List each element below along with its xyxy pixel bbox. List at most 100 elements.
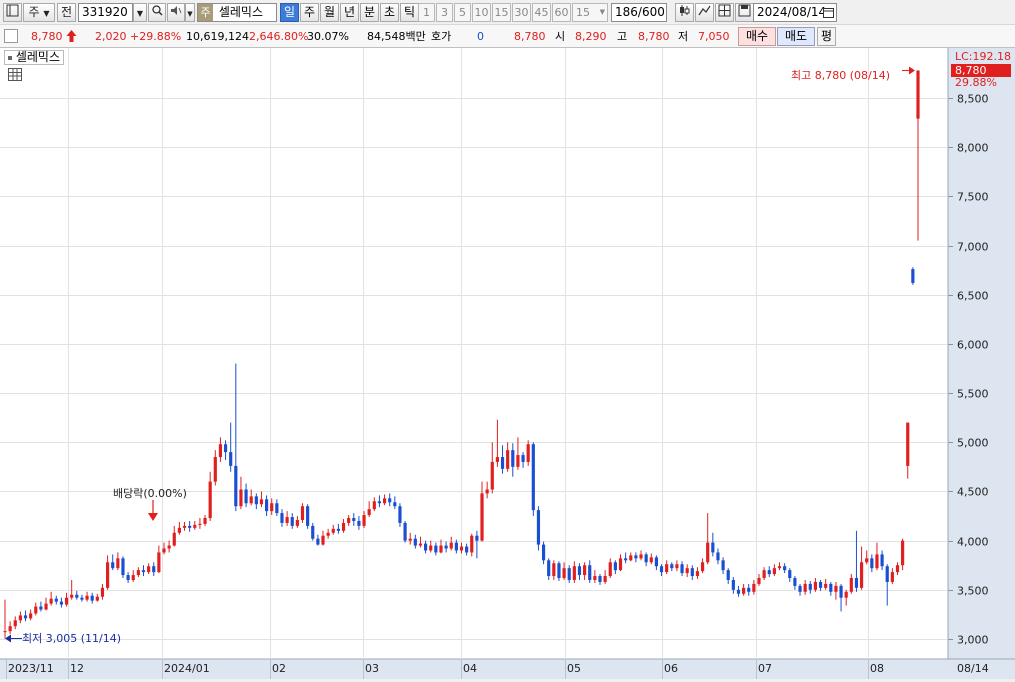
tab-day-label: 일 [283, 5, 296, 19]
save-icon[interactable] [735, 3, 754, 22]
candle-body [341, 522, 346, 531]
type-select[interactable]: 주 ▼ [23, 3, 55, 22]
candle-body [813, 581, 818, 590]
period-30[interactable]: 30 [512, 3, 531, 22]
speaker-dropdown-button[interactable]: ▼ [185, 3, 195, 22]
candle-style-icon[interactable] [675, 3, 694, 22]
prev-button[interactable]: 전 [57, 3, 76, 22]
y-axis-background [948, 48, 1015, 659]
chevron-down-icon: ▼ [43, 9, 50, 18]
quote-bar: 8,780 2,020 +29.88% 10,619,124 2,646.80%… [0, 25, 1015, 48]
candle-body [731, 579, 735, 590]
period-3[interactable]: 3 [436, 3, 453, 22]
chart-type-icon[interactable] [3, 3, 22, 22]
bid-label: 호가 [431, 30, 452, 43]
candle-body [290, 517, 294, 526]
candle-body [434, 545, 438, 553]
candle-body [654, 557, 659, 567]
x-tick-label: 2024/01 [164, 662, 210, 675]
date-value: 2024/08/14 [757, 5, 827, 19]
tab-tick[interactable]: 틱 [400, 3, 419, 22]
candle-body [393, 502, 397, 507]
menu-icon[interactable] [4, 29, 18, 43]
candle-body [280, 513, 284, 523]
tab-tick-label: 틱 [403, 5, 416, 19]
table-icon[interactable] [8, 68, 22, 81]
candle-body [203, 518, 207, 524]
period-1-label: 1 [423, 6, 430, 19]
candle-body [152, 566, 156, 573]
candle-body [388, 498, 392, 503]
candle-body [167, 545, 171, 549]
candle-body [895, 565, 900, 573]
candle-body [116, 558, 120, 569]
candle-body [706, 542, 710, 563]
candle-body [880, 554, 884, 567]
candle-body [680, 564, 684, 574]
candle-body [372, 501, 376, 510]
calendar-icon[interactable] [823, 6, 834, 23]
x-tick-label: 03 [365, 662, 379, 675]
sell-button-label: 매도 [784, 29, 808, 43]
y-tick-label: 3,500 [957, 585, 989, 598]
period-10[interactable]: 10 [472, 3, 491, 22]
candle-body [485, 489, 489, 494]
candle-body [808, 583, 812, 590]
period-1[interactable]: 1 [418, 3, 435, 22]
y-tick-label: 5,000 [957, 437, 989, 450]
candle-body [670, 564, 674, 569]
period-select[interactable]: 15 ▼ [572, 3, 608, 22]
period-45[interactable]: 45 [532, 3, 551, 22]
buy-button[interactable]: 매수 [738, 27, 776, 46]
candle-body [588, 565, 592, 580]
period-15[interactable]: 15 [492, 3, 511, 22]
candle-body [131, 575, 135, 580]
candle-body [300, 506, 305, 520]
candle-body [634, 555, 638, 559]
candle-body [357, 520, 361, 526]
code-dropdown-button[interactable]: ▼ [133, 3, 147, 22]
candle-body [757, 578, 761, 584]
candle-body [95, 596, 99, 601]
candle-body [449, 542, 453, 549]
period-5[interactable]: 5 [454, 3, 471, 22]
candle-body [583, 565, 587, 576]
candle-body [218, 444, 223, 458]
date-input[interactable]: 2024/08/14 [753, 3, 837, 22]
x-tick-label: 04 [463, 662, 477, 675]
period-60-label: 60 [554, 6, 569, 19]
candle-body [470, 535, 474, 553]
x-axis-background [0, 659, 1015, 679]
candle-body [177, 527, 181, 533]
candle-body [752, 583, 756, 592]
period-60[interactable]: 60 [552, 3, 571, 22]
candle-body [834, 585, 838, 592]
tab-second[interactable]: 초 [380, 3, 399, 22]
tab-month[interactable]: 월 [320, 3, 339, 22]
x-tick-label: 2023/11 [8, 662, 54, 675]
candle-body [572, 566, 576, 580]
candle-body [23, 615, 28, 619]
tab-year[interactable]: 년 [340, 3, 359, 22]
candle-body [726, 570, 730, 580]
code-input[interactable]: 331920 [78, 3, 133, 22]
candle-body [695, 571, 700, 577]
candle-body [798, 585, 802, 592]
sell-button[interactable]: 매도 [777, 27, 815, 46]
candle-body [126, 575, 130, 580]
last-change-label: 29.88% [955, 76, 997, 89]
stock-name-field[interactable]: 주 셀레믹스 [197, 3, 277, 22]
search-icon[interactable] [148, 3, 166, 22]
count-field[interactable]: 186/600 [611, 3, 667, 22]
line-tool-icon[interactable] [695, 3, 714, 22]
tab-minute[interactable]: 분 [360, 3, 379, 22]
speaker-icon[interactable] [167, 3, 185, 22]
avg-button[interactable]: 평 [817, 27, 836, 46]
grid-icon[interactable] [715, 3, 734, 22]
tab-day[interactable]: 일 [280, 3, 299, 22]
period-45-label: 45 [534, 6, 549, 19]
candle-body [208, 481, 212, 519]
candle-body [39, 606, 43, 610]
tab-week[interactable]: 주 [300, 3, 319, 22]
candle-body [516, 455, 520, 467]
